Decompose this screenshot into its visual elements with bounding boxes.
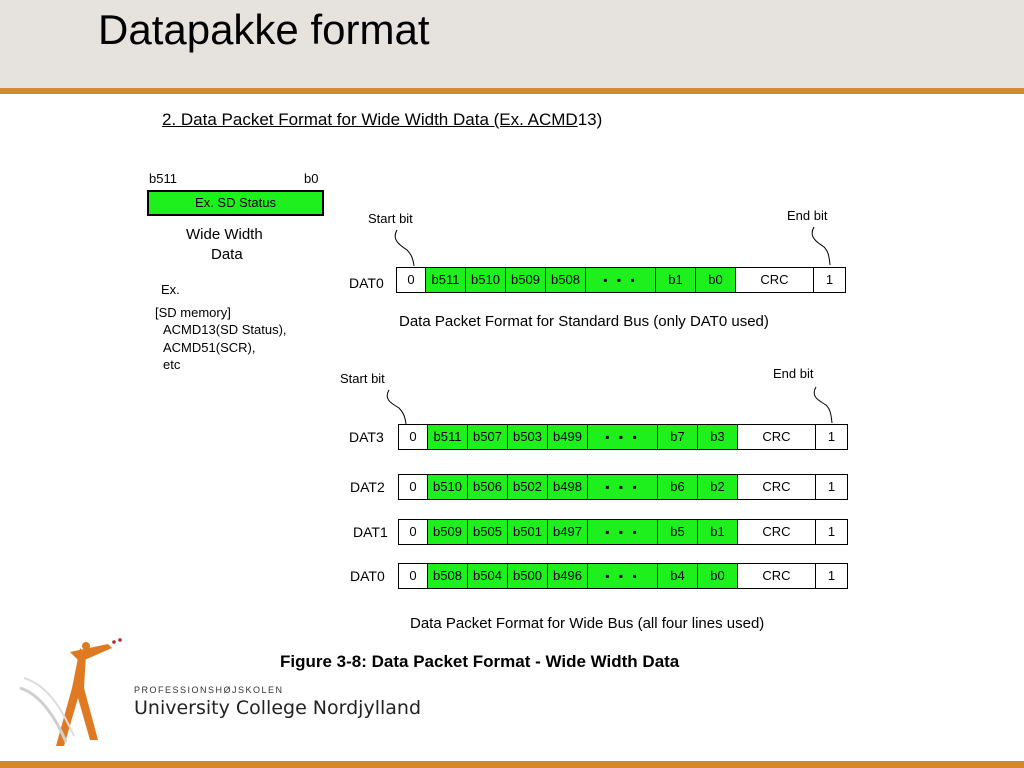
wide-width-label-line2: Data bbox=[211, 246, 243, 263]
wide-dat0-data-bit-cell: b496 bbox=[548, 563, 588, 589]
wide-width-label-line1: Wide Width bbox=[186, 226, 263, 243]
standard-dat0-crc-cell: CRC bbox=[736, 267, 814, 293]
wide-dat1-data-bit-cell: b497 bbox=[548, 519, 588, 545]
line-label-dat0: DAT0 bbox=[350, 568, 385, 584]
standard-dat0-end-bit-cell: 1 bbox=[814, 267, 846, 293]
wide-dat2-data-bit-cell: b502 bbox=[508, 474, 548, 500]
wide-dat0-start-bit-cell: 0 bbox=[398, 563, 428, 589]
wide-dat3-data-bit-cell: b503 bbox=[508, 424, 548, 450]
msb-label: b511 bbox=[149, 171, 177, 186]
wide-dat1-data-bit-cell: b1 bbox=[698, 519, 738, 545]
wide-dat1-end-bit-cell: 1 bbox=[816, 519, 848, 545]
start-bit-arrow-wide bbox=[386, 389, 407, 425]
line-label-dat3: DAT3 bbox=[349, 429, 384, 445]
wide-dat2-data-bit-cell: b506 bbox=[468, 474, 508, 500]
sd-status-box: Ex. SD Status bbox=[147, 190, 324, 216]
standard-dat0-start-bit-cell: 0 bbox=[396, 267, 426, 293]
wide-dat1-data-bit-cell: b505 bbox=[468, 519, 508, 545]
wide-bus-caption: Data Packet Format for Wide Bus (all fou… bbox=[410, 615, 765, 632]
standard-dat0-data-bit-cell: b511 bbox=[426, 267, 466, 293]
wide-dat0-data-bit-cell: b0 bbox=[698, 563, 738, 589]
wide-dat1-data-bit-cell: b5 bbox=[658, 519, 698, 545]
standard-dat0-ellipsis-cell: ▪ ▪ ▪ bbox=[586, 267, 656, 293]
wide-dat1-data-bit-cell: b501 bbox=[508, 519, 548, 545]
sd-memory-label: [SD memory] bbox=[155, 305, 231, 320]
logo-subtitle: PROFESSIONSHØJSKOLEN bbox=[134, 685, 284, 695]
etc-label: etc bbox=[163, 357, 181, 372]
wide-dat1-ellipsis-cell: ▪ ▪ ▪ bbox=[588, 519, 658, 545]
line-label-dat1: DAT1 bbox=[353, 524, 388, 540]
wide-bus-packet-dat2: 0 b510 b506 b502 b498 ▪ ▪ ▪ b6 b2 CRC 1 bbox=[398, 474, 848, 500]
example-label: Ex. bbox=[161, 282, 180, 297]
end-bit-arrow-standard bbox=[811, 226, 831, 266]
acmd13-label: ACMD13(SD Status), bbox=[163, 322, 287, 337]
wide-dat0-ellipsis-cell: ▪ ▪ ▪ bbox=[588, 563, 658, 589]
logo-name: University College Nordjylland bbox=[134, 697, 422, 719]
wide-dat1-data-bit-cell: b509 bbox=[428, 519, 468, 545]
wide-dat0-data-bit-cell: b504 bbox=[468, 563, 508, 589]
standard-bus-packet: 0 b511 b510 b509 b508 ▪ ▪ ▪ b1 b0 CRC 1 bbox=[396, 267, 846, 293]
wide-dat3-start-bit-cell: 0 bbox=[398, 424, 428, 450]
wide-dat2-data-bit-cell: b2 bbox=[698, 474, 738, 500]
line-label-dat2: DAT2 bbox=[350, 479, 385, 495]
wide-bus-packet-dat1: 0 b509 b505 b501 b497 ▪ ▪ ▪ b5 b1 CRC 1 bbox=[398, 519, 848, 545]
title-divider bbox=[0, 88, 1024, 94]
standard-dat0-data-bit-cell: b510 bbox=[466, 267, 506, 293]
wide-dat0-data-bit-cell: b508 bbox=[428, 563, 468, 589]
wide-dat0-data-bit-cell: b500 bbox=[508, 563, 548, 589]
start-bit-label-standard: Start bit bbox=[368, 211, 413, 226]
figure-heading-underlined: 2. Data Packet Format for Wide Width Dat… bbox=[162, 110, 578, 129]
figure-caption: Figure 3-8: Data Packet Format - Wide Wi… bbox=[280, 652, 680, 671]
acmd51-label: ACMD51(SCR), bbox=[163, 340, 256, 355]
slide-title: Datapakke format bbox=[98, 6, 430, 53]
standard-bus-caption: Data Packet Format for Standard Bus (onl… bbox=[399, 313, 769, 330]
figure-heading-tail: 13) bbox=[577, 110, 603, 129]
wide-bus-packet-dat3: 0 b511 b507 b503 b499 ▪ ▪ ▪ b7 b3 CRC 1 bbox=[398, 424, 848, 450]
end-bit-label-wide: End bit bbox=[773, 366, 814, 381]
bottom-divider bbox=[0, 761, 1024, 768]
wide-dat2-end-bit-cell: 1 bbox=[816, 474, 848, 500]
figure-heading: 2. Data Packet Format for Wide Width Dat… bbox=[162, 110, 602, 130]
end-bit-label-standard: End bit bbox=[787, 208, 828, 223]
standard-dat0-data-bit-cell: b509 bbox=[506, 267, 546, 293]
wide-dat0-end-bit-cell: 1 bbox=[816, 563, 848, 589]
wide-dat3-data-bit-cell: b507 bbox=[468, 424, 508, 450]
standard-dat0-data-bit-cell: b1 bbox=[656, 267, 696, 293]
start-bit-arrow-standard bbox=[394, 229, 415, 267]
wide-dat3-end-bit-cell: 1 bbox=[816, 424, 848, 450]
ucn-logo-icon bbox=[19, 638, 122, 746]
standard-dat0-data-bit-cell: b508 bbox=[546, 267, 586, 293]
end-bit-arrow-wide bbox=[813, 386, 833, 424]
wide-dat1-crc-cell: CRC bbox=[738, 519, 816, 545]
standard-dat0-data-bit-cell: b0 bbox=[696, 267, 736, 293]
wide-dat2-ellipsis-cell: ▪ ▪ ▪ bbox=[588, 474, 658, 500]
lsb-label: b0 bbox=[304, 171, 319, 186]
wide-dat2-data-bit-cell: b6 bbox=[658, 474, 698, 500]
wide-dat3-crc-cell: CRC bbox=[738, 424, 816, 450]
wide-dat3-data-bit-cell: b499 bbox=[548, 424, 588, 450]
wide-dat2-data-bit-cell: b510 bbox=[428, 474, 468, 500]
wide-dat0-crc-cell: CRC bbox=[738, 563, 816, 589]
dat0-line-label-standard: DAT0 bbox=[349, 275, 384, 291]
wide-dat3-data-bit-cell: b7 bbox=[658, 424, 698, 450]
wide-bus-packet-dat0: 0 b508 b504 b500 b496 ▪ ▪ ▪ b4 b0 CRC 1 bbox=[398, 563, 848, 589]
wide-dat0-data-bit-cell: b4 bbox=[658, 563, 698, 589]
start-bit-label-wide: Start bit bbox=[340, 371, 385, 386]
wide-dat2-start-bit-cell: 0 bbox=[398, 474, 428, 500]
wide-dat3-data-bit-cell: b511 bbox=[428, 424, 468, 450]
wide-dat2-crc-cell: CRC bbox=[738, 474, 816, 500]
wide-dat1-start-bit-cell: 0 bbox=[398, 519, 428, 545]
wide-dat2-data-bit-cell: b498 bbox=[548, 474, 588, 500]
wide-dat3-data-bit-cell: b3 bbox=[698, 424, 738, 450]
wide-dat3-ellipsis-cell: ▪ ▪ ▪ bbox=[588, 424, 658, 450]
